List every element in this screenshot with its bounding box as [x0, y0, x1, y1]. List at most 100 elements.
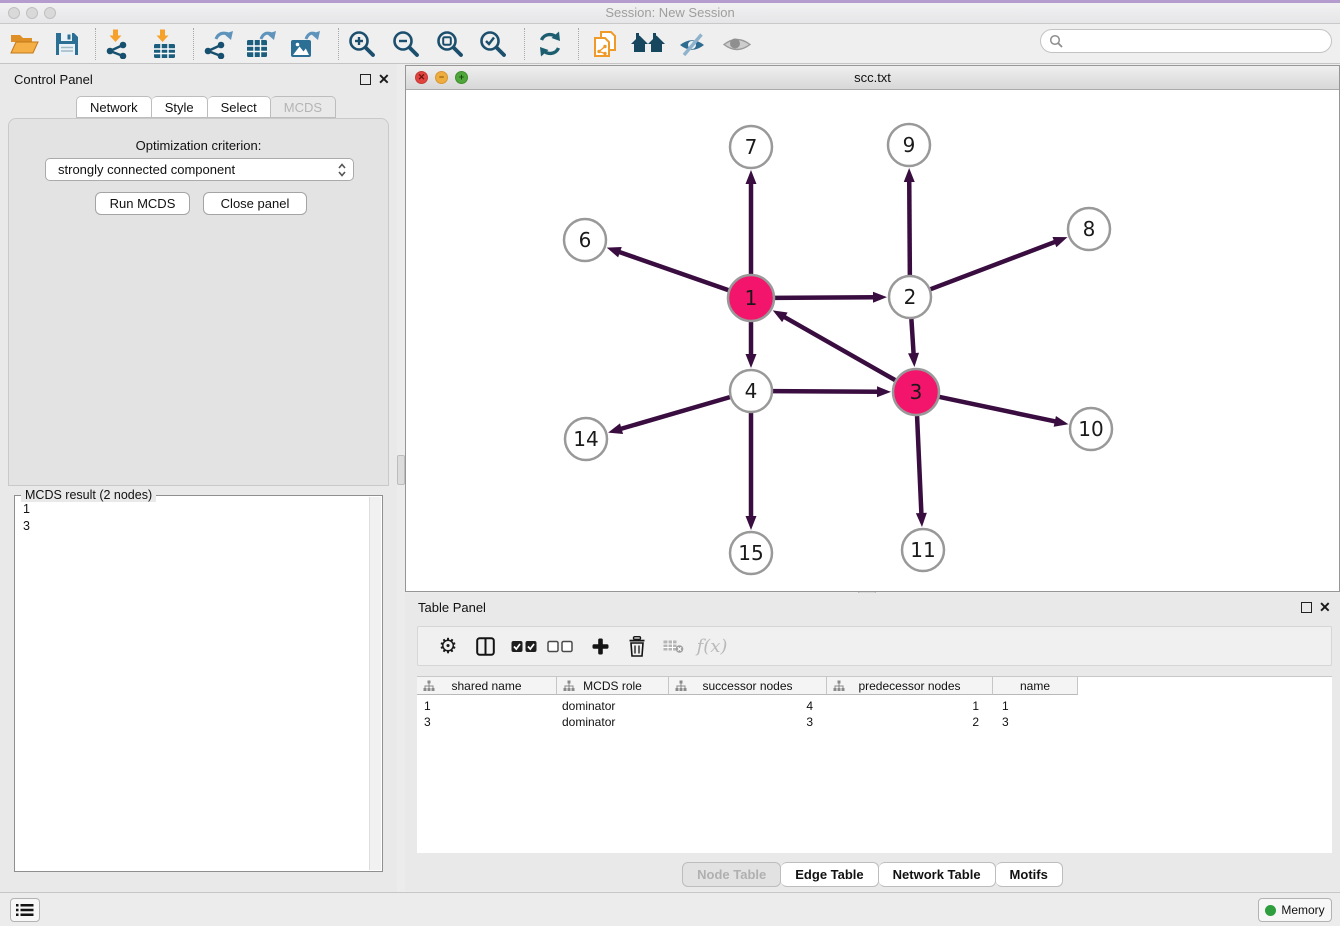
graph-node-15[interactable]: 15 — [730, 532, 772, 574]
edge-4-to-3[interactable] — [773, 391, 880, 392]
refresh-view-icon[interactable] — [530, 26, 570, 62]
graph-node-10[interactable]: 10 — [1070, 408, 1112, 450]
arrowhead-icon — [908, 353, 919, 367]
network-window-title: scc.txt — [406, 70, 1339, 85]
node-label: 11 — [910, 538, 935, 562]
toolbar-separator — [95, 28, 96, 60]
arrowhead-icon — [746, 170, 757, 184]
table-panel-float-button[interactable] — [1301, 602, 1312, 613]
graph-node-1[interactable]: 1 — [728, 275, 774, 321]
table-row[interactable]: 3 dominator 3 2 3 — [417, 714, 1332, 730]
edge-2-to-9[interactable] — [909, 179, 910, 275]
table-panel-close-button[interactable]: ✕ — [1319, 602, 1331, 613]
graph-node-6[interactable]: 6 — [564, 219, 606, 261]
toolbar-separator — [578, 28, 579, 60]
show-all-eye-icon[interactable] — [717, 26, 757, 62]
edge-3-to-10[interactable] — [939, 397, 1057, 422]
criterion-select-value: strongly connected component — [58, 162, 337, 177]
graph-node-4[interactable]: 4 — [730, 370, 772, 412]
function-builder-icon[interactable]: f(x) — [690, 627, 734, 665]
mcds-result-lines: 1 3 — [23, 501, 30, 535]
column-header-mcds-role[interactable]: MCDS role — [557, 677, 669, 695]
open-session-icon[interactable] — [4, 26, 44, 62]
optimization-criterion-label: Optimization criterion: — [9, 138, 388, 153]
cell-name: 1 — [993, 699, 1078, 713]
status-bar: Memory — [0, 892, 1340, 926]
export-image-icon[interactable] — [285, 26, 325, 62]
cell-predecessor-nodes: 2 — [827, 715, 993, 729]
network-graph[interactable]: 1 2 3 4 6 7 8 9 10 11 14 15 — [406, 90, 1339, 591]
criterion-select[interactable]: strongly connected component — [45, 158, 354, 181]
mcds-result-line: 1 — [23, 501, 30, 518]
run-mcds-button[interactable]: Run MCDS — [95, 192, 190, 215]
tab-node-table[interactable]: Node Table — [682, 862, 781, 887]
tab-network-table[interactable]: Network Table — [879, 862, 996, 887]
edge-4-to-14[interactable] — [619, 397, 730, 429]
graph-node-8[interactable]: 8 — [1068, 208, 1110, 250]
save-session-icon[interactable] — [47, 26, 87, 62]
table-mode-gear-icon[interactable]: ⚙ — [430, 627, 466, 665]
column-header-predecessor-nodes[interactable]: predecessor nodes — [827, 677, 993, 695]
show-columns-icon[interactable] — [467, 627, 503, 665]
close-panel-button[interactable]: Close panel — [203, 192, 307, 215]
tab-select[interactable]: Select — [208, 96, 271, 118]
mcds-panel-card: Optimization criterion: strongly connect… — [8, 118, 389, 486]
export-network-icon[interactable] — [198, 26, 238, 62]
column-header-name[interactable]: name — [993, 677, 1078, 695]
arrowhead-icon — [607, 247, 622, 257]
tab-mcds[interactable]: MCDS — [271, 96, 336, 118]
node-label: 4 — [745, 379, 758, 403]
hierarchy-icon — [833, 680, 845, 695]
memory-button[interactable]: Memory — [1258, 898, 1332, 922]
hide-selected-eye-slash-icon[interactable] — [672, 26, 712, 62]
edge-3-to-1[interactable] — [782, 316, 895, 380]
graph-node-3[interactable]: 3 — [893, 369, 939, 415]
search-input[interactable] — [1068, 34, 1323, 49]
zoom-in-icon[interactable] — [342, 26, 382, 62]
first-neighbors-icon[interactable] — [628, 26, 668, 62]
edge-2-to-8[interactable] — [931, 241, 1058, 289]
task-history-button[interactable] — [10, 898, 40, 922]
graph-node-11[interactable]: 11 — [902, 529, 944, 571]
network-view-window: ✕ − + scc.txt 1234678910111415 — [405, 65, 1340, 592]
tab-edge-table[interactable]: Edge Table — [781, 862, 878, 887]
result-scrollbar[interactable] — [369, 497, 381, 870]
tab-network[interactable]: Network — [76, 96, 152, 118]
table-row[interactable]: 1 dominator 4 1 1 — [417, 698, 1332, 714]
edge-3-to-11[interactable] — [917, 416, 921, 516]
column-header-shared-name[interactable]: shared name — [417, 677, 557, 695]
column-header-successor-nodes[interactable]: successor nodes — [669, 677, 827, 695]
zoom-selected-icon[interactable] — [473, 26, 513, 62]
graph-node-7[interactable]: 7 — [730, 126, 772, 168]
select-all-icon[interactable] — [506, 627, 542, 665]
delete-columns-trash-icon[interactable] — [619, 627, 655, 665]
zoom-fit-icon[interactable] — [430, 26, 470, 62]
cell-successor-nodes: 4 — [669, 699, 827, 713]
edge-2-to-3[interactable] — [911, 319, 913, 356]
graph-node-2[interactable]: 2 — [889, 276, 931, 318]
edge-1-to-6[interactable] — [617, 251, 728, 290]
tab-motifs[interactable]: Motifs — [996, 862, 1063, 887]
control-panel-float-button[interactable] — [360, 74, 371, 85]
clone-network-icon[interactable] — [585, 26, 625, 62]
import-table-icon[interactable] — [145, 26, 185, 62]
node-label: 15 — [738, 541, 763, 565]
graph-node-14[interactable]: 14 — [565, 418, 607, 460]
import-network-icon[interactable] — [98, 26, 138, 62]
search-field[interactable] — [1040, 29, 1332, 53]
mcds-result-box: MCDS result (2 nodes) 1 3 — [14, 495, 383, 872]
zoom-out-icon[interactable] — [386, 26, 426, 62]
deselect-all-icon[interactable] — [542, 627, 578, 665]
create-column-plus-icon[interactable] — [582, 627, 618, 665]
hierarchy-icon — [423, 680, 435, 695]
export-table-icon[interactable] — [241, 26, 281, 62]
hierarchy-icon — [563, 680, 575, 695]
window-top-accent — [0, 0, 1340, 3]
edge-1-to-2[interactable] — [775, 297, 876, 298]
table-panel-tabs: Node Table Edge Table Network Table Moti… — [405, 862, 1340, 887]
control-panel-close-button[interactable]: ✕ — [378, 74, 390, 85]
vertical-splitter-handle[interactable] — [397, 455, 405, 485]
tab-style[interactable]: Style — [152, 96, 208, 118]
graph-node-9[interactable]: 9 — [888, 124, 930, 166]
delete-table-icon[interactable] — [655, 627, 691, 665]
